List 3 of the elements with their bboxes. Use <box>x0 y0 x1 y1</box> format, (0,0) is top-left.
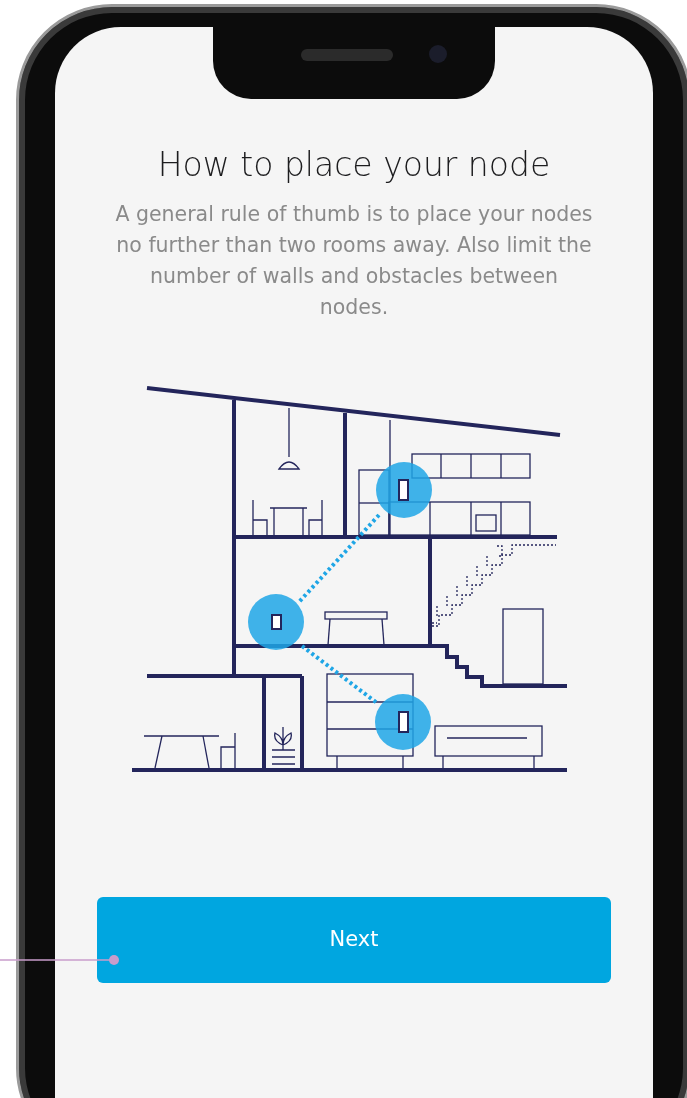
next-button[interactable]: Next <box>97 896 611 983</box>
description-text: A general rule of thumb is to place your nodes no further than two rooms away. Also limit the number of walls and obstacles between nodes. <box>114 200 594 321</box>
page-title: How to place your node <box>156 145 552 185</box>
